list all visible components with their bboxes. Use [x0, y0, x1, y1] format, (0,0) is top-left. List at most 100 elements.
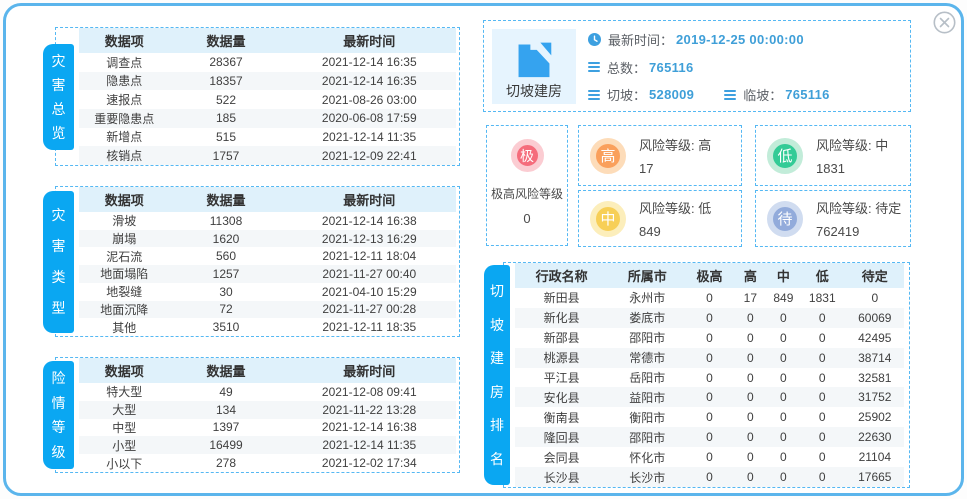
- table-cell: 平江县: [515, 368, 608, 388]
- table-cell: 0: [686, 328, 733, 348]
- tab-char: 类: [52, 270, 66, 284]
- table-cell: 0: [799, 467, 846, 487]
- risk-value: 849: [639, 224, 711, 239]
- table-cell: 衡阳市: [608, 407, 686, 427]
- table-cell: 2021-08-26 03:00: [283, 90, 456, 109]
- risk-label: 风险等级: 中: [816, 135, 888, 154]
- table-row: 滑坡113082021-12-14 16:38: [79, 212, 456, 230]
- table-cell: 0: [768, 427, 799, 447]
- risk-value: 762419: [816, 224, 901, 239]
- table-cell: 桃源县: [515, 348, 608, 368]
- table-cell: 常德市: [608, 348, 686, 368]
- table-row: 泥石流5602021-12-11 18:04: [79, 247, 456, 265]
- table-cell: 隆回县: [515, 427, 608, 447]
- stat-value: 765116: [649, 60, 693, 75]
- table-row: 小以下2782021-12-02 17:34: [79, 454, 456, 472]
- table-cell: 安化县: [515, 387, 608, 407]
- summary-stats: 最新时间： 2019-12-25 00:00:00 总数： 765116 切坡：…: [588, 30, 904, 104]
- stat-latest-time: 最新时间： 2019-12-25 00:00:00: [588, 30, 904, 49]
- table-row: 特大型492021-12-08 09:41: [79, 383, 456, 401]
- table-cell: 会同县: [515, 447, 608, 467]
- table-cell: 38714: [846, 348, 904, 368]
- tab-char: 总: [52, 102, 66, 116]
- clock-icon: [588, 33, 601, 46]
- tab-slope-ranking: 切坡建房排名: [484, 265, 510, 485]
- risk-card-extreme: 极 极高风险等级 0: [486, 125, 568, 246]
- table-cell: 其他: [79, 318, 169, 336]
- card-danger-level: 险情等级 数据项数据量最新时间特大型492021-12-08 09:41大型13…: [55, 357, 460, 473]
- table-cell: 益阳市: [608, 387, 686, 407]
- table-header-row: 数据项数据量最新时间: [79, 187, 456, 212]
- table-cell: 185: [169, 109, 282, 128]
- column-header: 最新时间: [283, 28, 456, 53]
- table-cell: 0: [733, 368, 768, 388]
- cut-slope-icon: [512, 39, 556, 79]
- table-cell: 新田县: [515, 288, 608, 308]
- table-row: 速报点5222021-08-26 03:00: [79, 90, 456, 109]
- risk-text: 风险等级: 待定 762419: [816, 198, 901, 239]
- table-cell: 0: [768, 328, 799, 348]
- table-cell: 2021-12-14 16:38: [283, 212, 456, 230]
- table-cell: 0: [799, 348, 846, 368]
- table-row: 会同县怀化市000021104: [515, 447, 904, 467]
- table-row: 新邵县邵阳市000042495: [515, 328, 904, 348]
- table-cell: 0: [686, 407, 733, 427]
- table-cell: 2021-12-14 16:35: [283, 53, 456, 72]
- table-row: 桃源县常德市000038714: [515, 348, 904, 368]
- table-cell: 18357: [169, 72, 282, 91]
- column-header: 数据量: [169, 28, 282, 53]
- column-header: 行政名称: [515, 263, 608, 288]
- table-cell: 560: [169, 247, 282, 265]
- risk-label: 风险等级: 低: [639, 198, 711, 217]
- table-cell: 49: [169, 383, 282, 401]
- table-cell: 30: [169, 283, 282, 301]
- table-cell: 怀化市: [608, 447, 686, 467]
- table-row: 衡南县衡阳市000025902: [515, 407, 904, 427]
- table-cell: 2021-12-11 18:35: [283, 318, 456, 336]
- pending-badge: 待: [767, 201, 803, 237]
- table-cell: 42495: [846, 328, 904, 348]
- table-cell: 小以下: [79, 454, 169, 472]
- table-row: 其他35102021-12-11 18:35: [79, 318, 456, 336]
- stat-label: 最新时间：: [608, 30, 673, 49]
- table-cell: 72: [169, 301, 282, 319]
- table-cell: 0: [768, 467, 799, 487]
- table-cell: 2021-12-14 11:35: [283, 436, 456, 454]
- table-cell: 17: [733, 288, 768, 308]
- table-cell: 崩塌: [79, 230, 169, 248]
- table-cell: 2021-12-14 16:38: [283, 419, 456, 437]
- tab-char: 排: [490, 418, 504, 432]
- card-summary: 切坡建房 最新时间： 2019-12-25 00:00:00 总数： 76511…: [483, 20, 911, 112]
- table-cell: 17665: [846, 467, 904, 487]
- table-cell: 2021-12-13 16:29: [283, 230, 456, 248]
- close-button[interactable]: [933, 11, 956, 34]
- summary-title: 切坡建房: [506, 81, 562, 101]
- table-cell: 长沙市: [608, 467, 686, 487]
- table-cell: 滑坡: [79, 212, 169, 230]
- table-cell: 1620: [169, 230, 282, 248]
- table-cell: 邵阳市: [608, 427, 686, 447]
- table-cell: 0: [768, 387, 799, 407]
- table-cell: 60069: [846, 308, 904, 328]
- table-row: 隆回县邵阳市000022630: [515, 427, 904, 447]
- table-cell: 0: [768, 407, 799, 427]
- table-cell: 0: [799, 447, 846, 467]
- table-cell: 泥石流: [79, 247, 169, 265]
- list-icon: [724, 89, 736, 101]
- risk-value: 1831: [816, 161, 888, 176]
- table-cell: 隐患点: [79, 72, 169, 91]
- table-cell: 岳阳市: [608, 368, 686, 388]
- table-cell: 新增点: [79, 128, 169, 147]
- tab-char: 级: [52, 445, 66, 459]
- table-cell: 小型: [79, 436, 169, 454]
- risk-label: 风险等级: 待定: [816, 198, 901, 217]
- table-cell: 0: [733, 467, 768, 487]
- risk-card-medium: 中 风险等级: 低 849: [578, 190, 742, 247]
- column-header: 所属市: [608, 263, 686, 288]
- table-cell: 长沙县: [515, 467, 608, 487]
- card-disaster-overview: 灾害总览 数据项数据量最新时间调查点283672021-12-14 16:35隐…: [55, 27, 460, 166]
- table-cell: 0: [799, 387, 846, 407]
- table-cell: 特大型: [79, 383, 169, 401]
- table-cell: 0: [686, 348, 733, 368]
- high-badge: 高: [590, 138, 626, 174]
